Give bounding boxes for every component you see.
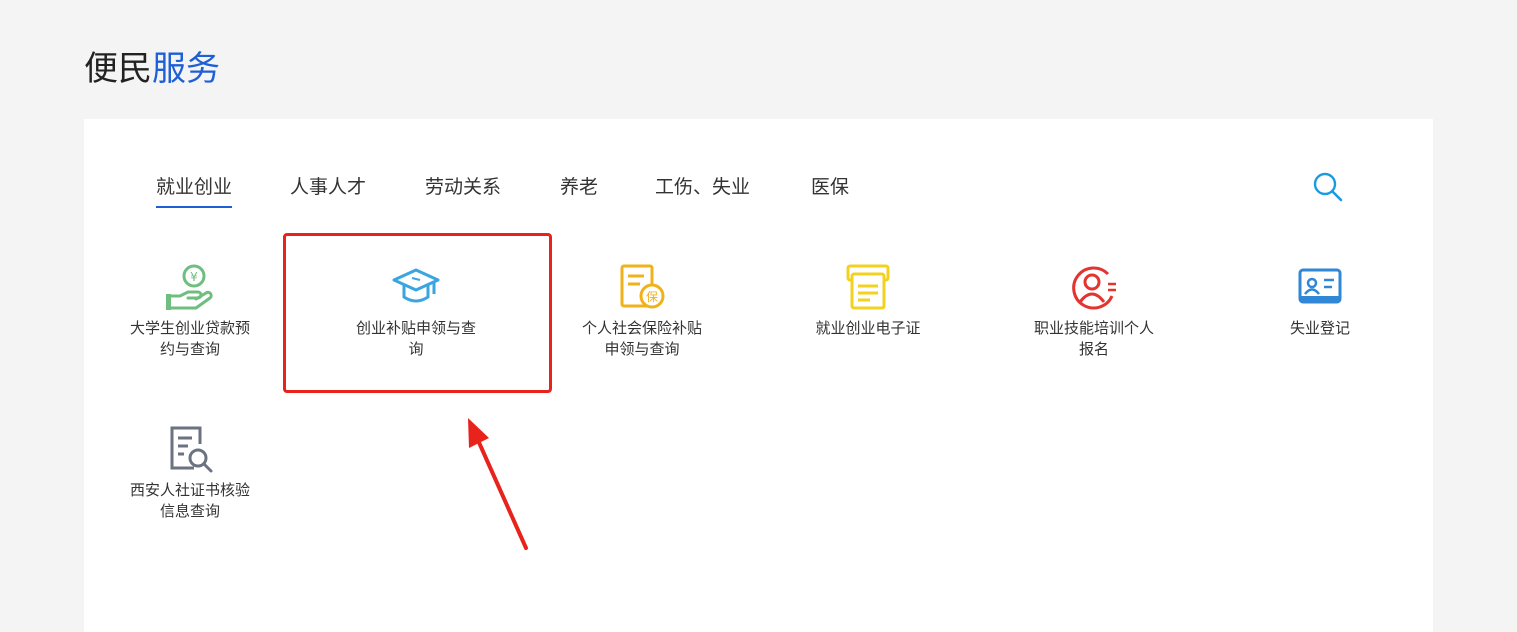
- svg-text:保: 保: [646, 290, 658, 304]
- highlight-box: [283, 233, 552, 393]
- tab-employment[interactable]: 就业创业: [156, 173, 233, 208]
- service-label: 失业登记: [1289, 319, 1350, 337]
- service-certificate-verification[interactable]: 西安人社证书核验信息查询: [105, 424, 275, 522]
- search-icon[interactable]: [1312, 171, 1344, 203]
- certificate-icon: [846, 264, 890, 310]
- annotation-arrow-icon: [468, 418, 528, 550]
- service-label: 大学生创业贷款预约与查询: [129, 319, 250, 358]
- page: 便民服务 就业创业 人事人才 劳动关系 养老 工伤、失业 医保 ¥ 大学生创业贷…: [0, 0, 1517, 632]
- service-social-insurance-subsidy[interactable]: 保 个人社会保险补贴申领与查询: [557, 262, 727, 360]
- tab-medical-insurance[interactable]: 医保: [811, 173, 849, 201]
- tab-injury-unemployment[interactable]: 工伤、失业: [655, 173, 750, 201]
- service-label: 职业技能培训个人报名: [1033, 319, 1154, 358]
- insurance-doc-icon: 保: [620, 264, 665, 309]
- section-title: 便民服务: [84, 48, 220, 90]
- service-unemployment-registration[interactable]: 失业登记: [1235, 262, 1405, 339]
- service-label: 西安人社证书核验信息查询: [129, 481, 250, 520]
- svg-text:¥: ¥: [190, 270, 198, 284]
- service-label: 就业创业电子证: [815, 319, 921, 337]
- doc-search-icon: [170, 426, 213, 473]
- service-label: 个人社会保险补贴申领与查询: [581, 319, 702, 358]
- section-title-part2: 服务: [152, 49, 220, 89]
- tab-pension[interactable]: 养老: [560, 173, 598, 201]
- id-card-icon: [1298, 268, 1342, 304]
- tab-labor-relations[interactable]: 劳动关系: [425, 173, 501, 201]
- section-title-part1: 便民: [84, 49, 152, 89]
- tab-personnel[interactable]: 人事人才: [290, 173, 366, 201]
- service-e-certificate[interactable]: 就业创业电子证: [783, 262, 953, 339]
- service-skill-training[interactable]: 职业技能培训个人报名: [1009, 262, 1179, 360]
- user-circle-icon: [1072, 266, 1116, 310]
- service-student-loan[interactable]: ¥ 大学生创业贷款预约与查询: [105, 262, 275, 360]
- loan-hand-icon: ¥: [166, 264, 213, 310]
